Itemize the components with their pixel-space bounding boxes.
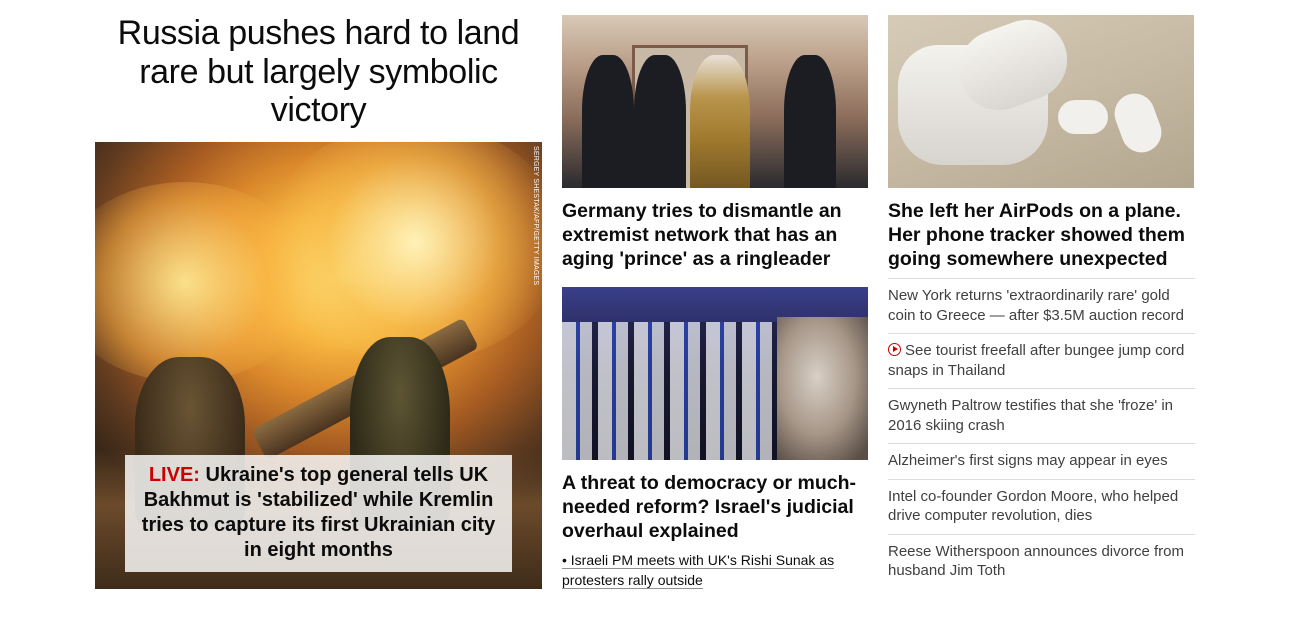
list-item-text: Gwyneth Paltrow testifies that she 'froz… [888, 397, 1174, 434]
list-item[interactable]: Gwyneth Paltrow testifies that she 'froz… [888, 388, 1195, 443]
image-officer [784, 55, 836, 188]
image-officer [634, 55, 686, 188]
image-portrait-banner [777, 317, 868, 460]
main-headline[interactable]: Russia pushes hard to land rare but larg… [95, 14, 542, 130]
list-item[interactable]: Intel co-founder Gordon Moore, who helpe… [888, 478, 1195, 534]
hero-image-artillery[interactable]: SERGEY SHESTAK/AFP/GETTY IMAGES LIVE: Uk… [95, 142, 542, 589]
list-item-text: See tourist freefall after bungee jump c… [888, 342, 1185, 379]
middle-column: Germany tries to dismantle an extremist … [562, 15, 868, 590]
story-title-israel[interactable]: A threat to democracy or much-needed ref… [562, 471, 868, 543]
story-image-germany-arrest[interactable] [562, 15, 868, 188]
hero-caption-link[interactable]: LIVE: Ukraine's top general tells UK Bak… [125, 455, 512, 572]
live-label: LIVE: [148, 464, 200, 486]
image-officer [582, 55, 634, 188]
list-item[interactable]: Reese Witherspoon announces divorce from… [888, 533, 1195, 589]
story-title-airpods[interactable]: She left her AirPods on a plane. Her pho… [888, 199, 1195, 271]
list-item-text: New York returns 'extraordinarily rare' … [888, 287, 1184, 324]
image-flags [562, 322, 792, 460]
list-item-text: Reese Witherspoon announces divorce from… [888, 542, 1184, 580]
image-airpod [1058, 100, 1108, 134]
play-circle-icon [888, 343, 901, 356]
image-credit: SERGEY SHESTAK/AFP/GETTY IMAGES [532, 146, 539, 286]
related-link-israel-pm[interactable]: • Israeli PM meets with UK's Rishi Sunak… [562, 552, 835, 589]
list-item-text: Intel co-founder Gordon Moore, who helpe… [888, 487, 1179, 525]
story-title-germany[interactable]: Germany tries to dismantle an extremist … [562, 199, 868, 271]
hero-fire-blast [265, 142, 542, 362]
headline-list: New York returns 'extraordinarily rare' … [888, 278, 1195, 589]
list-item[interactable]: Alzheimer's first signs may appear in ey… [888, 443, 1195, 479]
story-image-israel-protest[interactable] [562, 287, 868, 460]
image-detained-man [690, 55, 750, 188]
image-airpod [1108, 87, 1168, 159]
right-column: She left her AirPods on a plane. Her pho… [888, 15, 1195, 589]
list-item-text: Alzheimer's first signs may appear in ey… [888, 452, 1168, 469]
related-link-wrap: • Israeli PM meets with UK's Rishi Sunak… [562, 551, 852, 590]
list-item[interactable]: See tourist freefall after bungee jump c… [888, 333, 1195, 388]
list-item[interactable]: New York returns 'extraordinarily rare' … [888, 278, 1195, 333]
main-story: Russia pushes hard to land rare but larg… [95, 14, 542, 589]
story-image-airpods[interactable] [888, 15, 1194, 188]
